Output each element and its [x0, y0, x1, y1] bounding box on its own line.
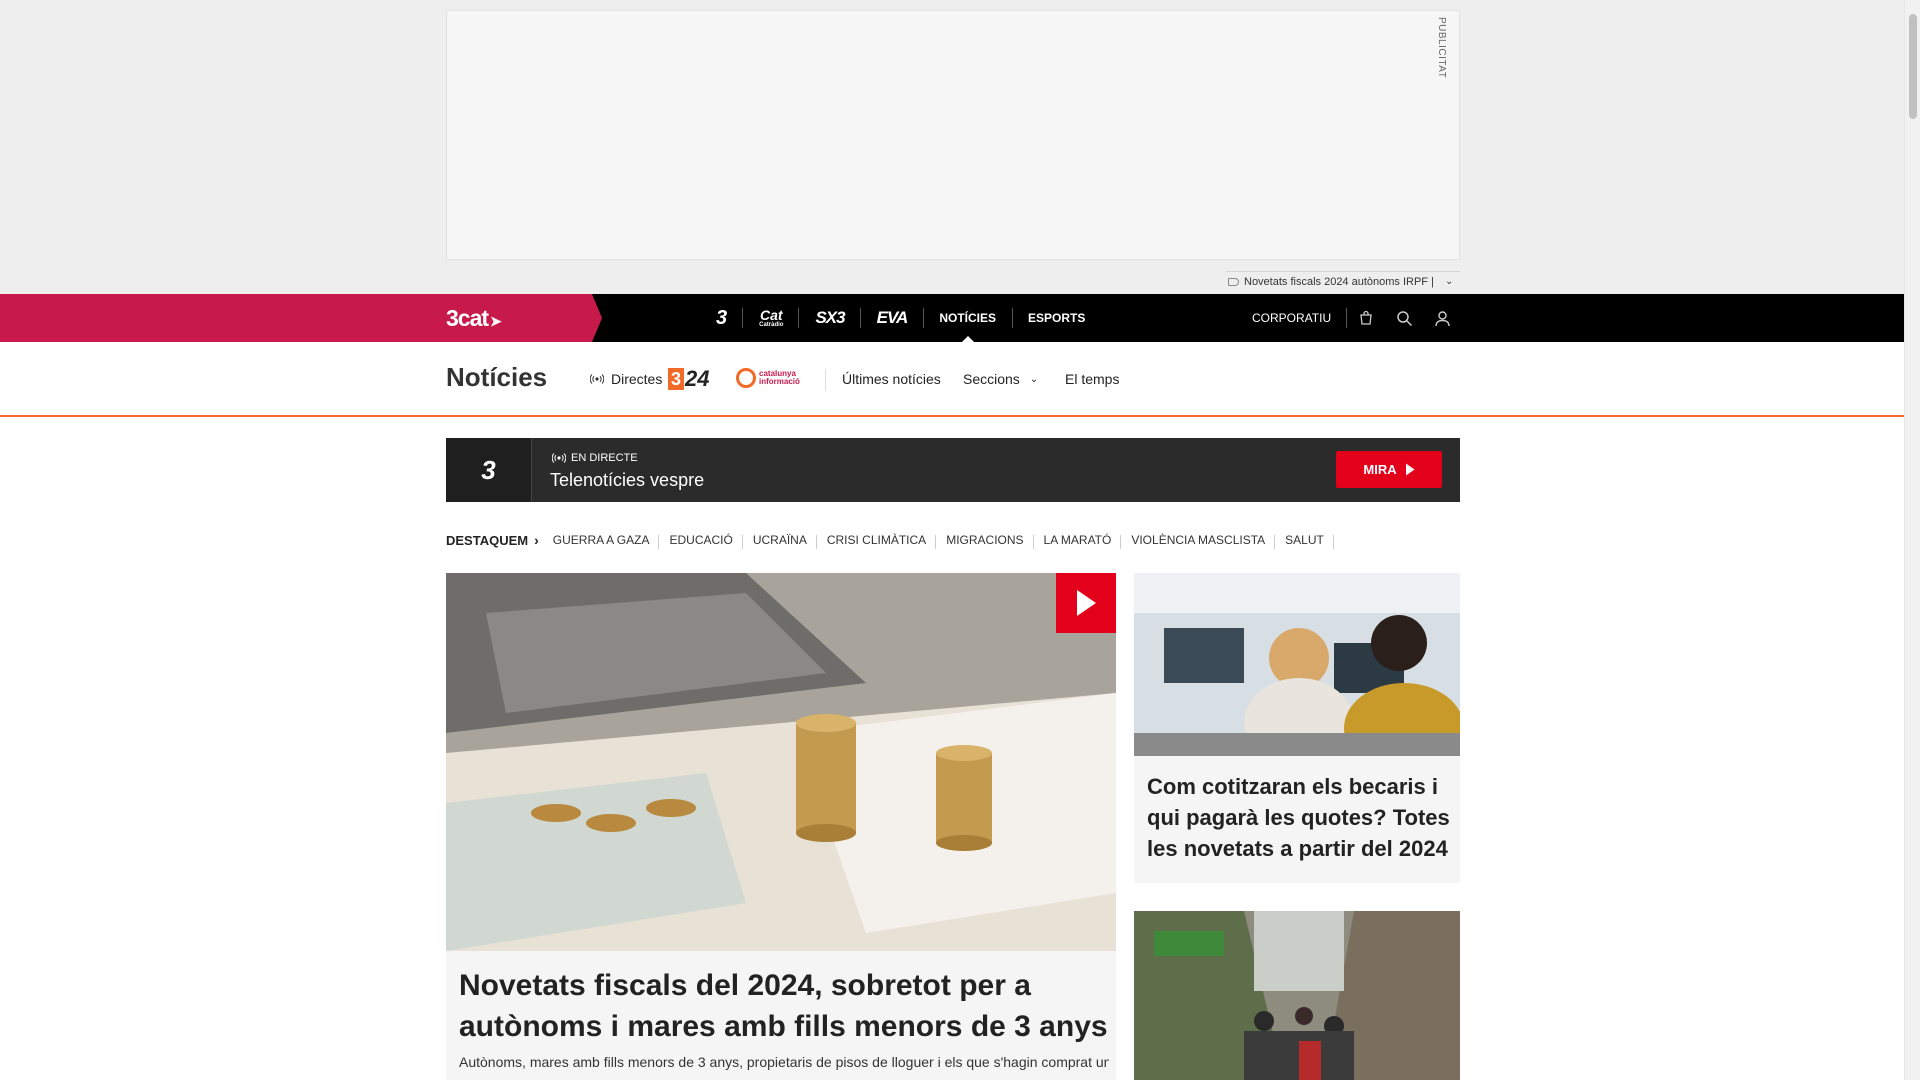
channel-eva[interactable]: EVA	[861, 294, 924, 342]
side-article-image[interactable]	[1134, 911, 1460, 1080]
section-title[interactable]: Notícies	[446, 362, 547, 393]
scrollbar-thumb[interactable]	[1909, 14, 1917, 119]
destaquem-item[interactable]: LA MARATÓ	[1034, 533, 1122, 549]
directes-label: Directes	[611, 371, 663, 387]
top-navigation: 3cat ➤ 3 Cat Catràdio SX3 EVA NOTÍCIES ES…	[0, 294, 1904, 342]
scrollbar[interactable]	[1904, 0, 1920, 1080]
shop-bag-icon[interactable]	[1347, 294, 1385, 342]
side-article[interactable]: Com cotitzaran els becaris i qui pagarà …	[1134, 573, 1460, 883]
tag-icon	[1228, 277, 1239, 286]
link-seccions[interactable]: Seccions ⌄	[963, 371, 1038, 387]
advertisement[interactable]: PUBLICITAT	[446, 10, 1460, 260]
live-banner[interactable]: 3 EN DIRECTE Telenotícies vespre MIRA	[446, 438, 1460, 502]
video-play-button[interactable]	[1056, 573, 1116, 633]
play-icon	[1405, 463, 1415, 476]
sx3-logo-icon: SX3	[815, 308, 845, 327]
destaquem-item[interactable]: CRISI CLIMÀTICA	[817, 533, 937, 549]
eva-logo-icon: EVA	[876, 308, 909, 327]
main-article-image[interactable]	[446, 573, 1116, 951]
chevron-down-icon[interactable]: ⌄	[1445, 276, 1453, 287]
office-photo	[1134, 573, 1460, 756]
right-tools: CORPORATIU	[1238, 294, 1461, 342]
brand-arrow-icon: ➤	[490, 313, 502, 329]
ad-zone: PUBLICITAT Novetats fiscals 2024 autònom…	[0, 0, 1904, 294]
logo-324-part2: 24	[685, 366, 710, 391]
chevron-right-icon: ›	[534, 532, 539, 548]
side-article-title[interactable]: Com cotitzaran els becaris i qui pagarà …	[1147, 771, 1452, 864]
ad-sponsored-note[interactable]: Novetats fiscals 2024 autònoms IRPF | ⌄	[1226, 271, 1460, 291]
street-photo	[1134, 911, 1460, 1080]
directes-link[interactable]: Directes	[590, 371, 662, 387]
destaquem-item[interactable]: GUERRA A GAZA	[543, 533, 660, 549]
destaquem-item[interactable]: SALUT	[1275, 533, 1334, 549]
live-program-title[interactable]: Telenotícies vespre	[550, 470, 704, 491]
logo-324-part1: 3	[668, 368, 685, 390]
channel-tv3[interactable]: 3	[700, 294, 744, 342]
destaquem-item[interactable]: EDUCACIÓ	[659, 533, 744, 549]
section-header: Notícies Directes 3 24 catalunya informa…	[0, 342, 1904, 417]
destaquem-item[interactable]: VIOLÈNCIA MASCLISTA	[1121, 533, 1276, 549]
logo-324[interactable]: 3 24	[668, 366, 722, 392]
logo-catalunya-informacio[interactable]: catalunya informació	[736, 368, 800, 388]
link-el-temps[interactable]: El temps	[1065, 371, 1119, 387]
broadcast-icon	[590, 374, 604, 384]
divider	[825, 369, 826, 391]
live-tag: EN DIRECTE	[552, 452, 638, 464]
play-icon	[1077, 590, 1096, 616]
mira-button[interactable]: MIRA	[1336, 451, 1442, 488]
destaquem-label[interactable]: DESTAQUEM ›	[446, 532, 539, 548]
main-article-summary: Autònoms, mares amb fills menors de 3 an…	[459, 1054, 1109, 1070]
channel-list: 3 Cat Catràdio SX3 EVA NOTÍCIES ESPORTS	[700, 294, 1101, 342]
ad-label: PUBLICITAT	[1436, 17, 1447, 79]
mira-label: MIRA	[1363, 462, 1397, 477]
main-article-title[interactable]: Novetats fiscals del 2024, sobretot per …	[459, 965, 1109, 1047]
catradio-sublabel: Catràdio	[759, 322, 784, 328]
side-article-image[interactable]	[1134, 573, 1460, 756]
nav-corporatiu[interactable]: CORPORATIU	[1238, 294, 1348, 342]
nav-esports[interactable]: ESPORTS	[1011, 294, 1101, 342]
brand-logo[interactable]: 3cat ➤	[446, 305, 502, 332]
coins-photo	[446, 573, 1116, 951]
user-icon[interactable]	[1423, 294, 1461, 342]
main-article[interactable]: Novetats fiscals del 2024, sobretot per …	[446, 573, 1116, 1080]
catalunya-informacio-icon	[736, 368, 756, 388]
ad-note-text: Novetats fiscals 2024 autònoms IRPF |	[1244, 275, 1434, 288]
brand-area: 3cat ➤	[0, 294, 602, 342]
logo-ci-line2: informació	[759, 377, 800, 386]
nav-noticies[interactable]: NOTÍCIES	[923, 294, 1012, 342]
catradio-logo-icon: Cat	[760, 307, 783, 323]
tv3-logo-icon: 3	[716, 306, 728, 329]
search-icon[interactable]	[1385, 294, 1423, 342]
broadcast-icon	[552, 453, 566, 463]
seccions-label: Seccions	[963, 371, 1020, 387]
destaquem-bar: DESTAQUEM › GUERRA A GAZA EDUCACIÓ UCRAÏ…	[446, 530, 1334, 550]
destaquem-item[interactable]: UCRAÏNA	[743, 533, 817, 549]
link-ultimes-noticies[interactable]: Últimes notícies	[842, 371, 941, 387]
destaquem-item[interactable]: MIGRACIONS	[936, 533, 1034, 549]
channel-sx3[interactable]: SX3	[799, 294, 861, 342]
tv3-live-logo-icon: 3	[446, 438, 532, 502]
channel-catradio[interactable]: Cat Catràdio	[743, 294, 800, 342]
chevron-down-icon: ⌄	[1029, 373, 1039, 385]
live-tag-label: EN DIRECTE	[571, 452, 638, 464]
